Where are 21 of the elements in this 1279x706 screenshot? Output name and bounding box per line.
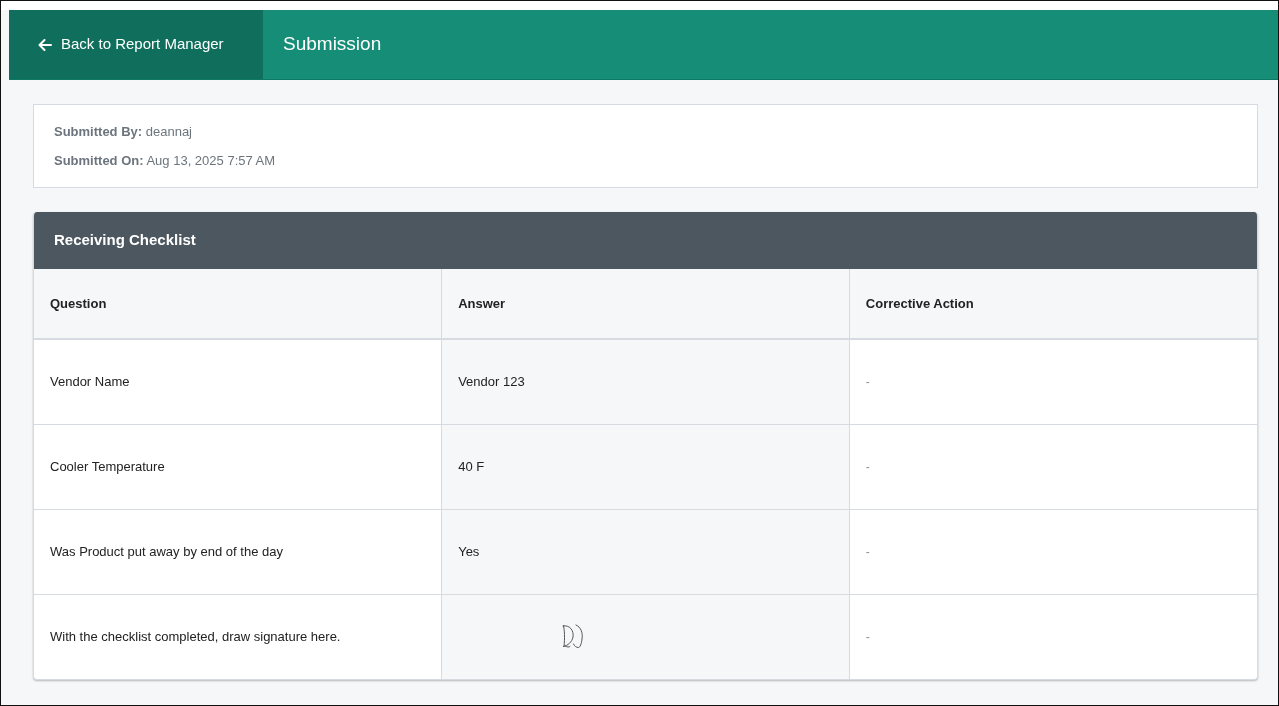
question-cell: With the checklist completed, draw signature here. [34, 594, 442, 679]
question-cell: Cooler Temperature [34, 424, 442, 509]
corrective-action-cell: - [849, 339, 1257, 424]
answer-cell: Yes [441, 509, 850, 594]
checklist-title: Receiving Checklist [34, 212, 1257, 269]
column-header: Question [34, 269, 442, 339]
corrective-action-cell: - [849, 424, 1257, 509]
page-title: Submission [282, 32, 382, 57]
submission-detail-text: Submitted On: Aug 13, 2025 7:57 AM [54, 152, 277, 169]
column-header: Corrective Action [849, 269, 1257, 339]
corrective-action-cell: - [849, 509, 1257, 594]
question-cell: Was Product put away by end of the day [34, 509, 442, 594]
back-arrow-icon [38, 38, 52, 51]
answer-cell: 40 F [441, 424, 850, 509]
column-header: Answer [441, 269, 850, 339]
back-link[interactable]: Back to Report Manager [9, 10, 263, 79]
question-cell: Vendor Name [34, 339, 442, 424]
answer-cell: Vendor 123 [441, 339, 850, 424]
corrective-action-cell: - [849, 594, 1257, 679]
signature-drawing [562, 624, 586, 650]
submission-detail-text: Submitted By: deannaj [54, 123, 193, 140]
